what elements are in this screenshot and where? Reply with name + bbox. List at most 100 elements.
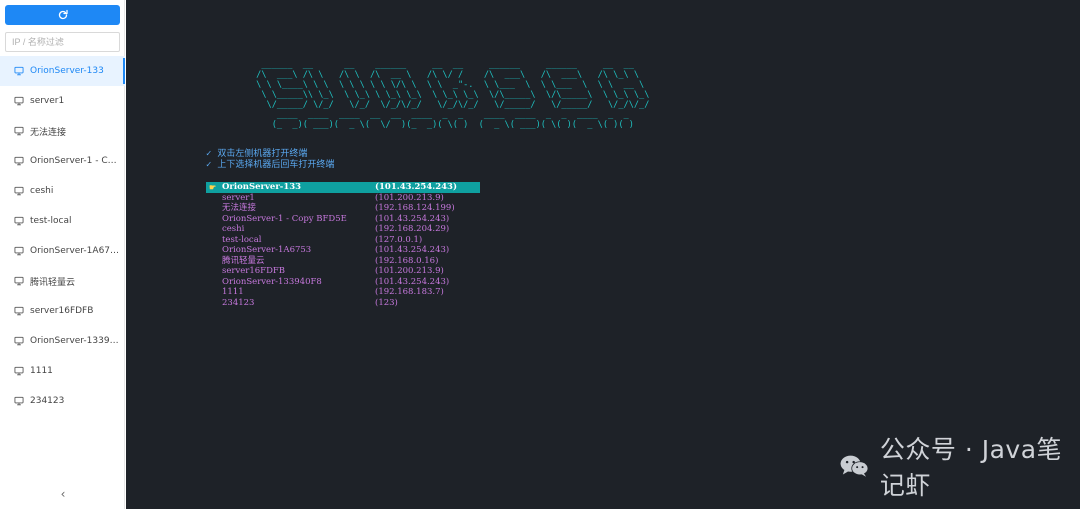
server-name: 234123	[222, 297, 255, 308]
terminal-server-row[interactable]: OrionServer-1 - Copy BFD5E (101.43.254.24…	[206, 214, 480, 225]
host-sidebar: OrionServer-133 server1 无法连接 OrionServer-1 …	[0, 0, 125, 509]
terminal-server-row[interactable]: test-local (127.0.0.1)	[206, 235, 480, 246]
host-label: OrionServer-133940...	[30, 336, 120, 346]
host-label: 腾讯轻量云	[30, 277, 76, 288]
host-item[interactable]: OrionServer-1 - Cop...	[0, 146, 125, 176]
server-ip: (101.43.254.243)	[375, 213, 450, 224]
host-item[interactable]: server1	[0, 86, 125, 116]
terminal-server-row[interactable]: 腾讯轻量云 (192.168.0.16)	[206, 256, 480, 267]
host-item[interactable]: ceshi	[0, 176, 125, 206]
server-ip: (101.43.254.243)	[375, 276, 450, 287]
host-item[interactable]: 无法连接	[0, 116, 125, 146]
tip-line: ✓ 双击左侧机器打开终端	[206, 149, 334, 160]
server-name: 腾讯轻量云	[222, 255, 265, 266]
monitor-icon	[14, 366, 24, 376]
host-filter-input[interactable]	[5, 32, 120, 52]
host-label: OrionServer-1 - Cop...	[30, 156, 120, 166]
pointer-hand-icon: ☛	[209, 182, 217, 192]
terminal-server-row[interactable]: 234123 (123)	[206, 298, 480, 309]
server-name: 1111	[222, 287, 244, 297]
server-ip: (101.43.254.243)	[375, 245, 450, 255]
monitor-icon	[14, 246, 24, 256]
server-ip: (192.168.0.16)	[375, 255, 439, 266]
terminal-server-row[interactable]: 无法连接 (192.168.124.199)	[206, 203, 480, 214]
server-name: OrionServer-133940F8	[222, 276, 322, 287]
check-icon: ✓	[206, 149, 212, 159]
banner-line: (_ _)( ___)( _ \( \/ )(_ _)( \( ) ( _ \(…	[251, 120, 655, 130]
server-name: 无法连接	[222, 203, 257, 213]
host-item[interactable]: OrionServer-133	[0, 56, 125, 86]
terminal-server-row[interactable]: server1 (101.200.213.9)	[206, 193, 480, 204]
host-item[interactable]: OrionServer-1A6753	[0, 236, 125, 266]
server-ip: (192.168.124.199)	[375, 203, 455, 213]
server-ip: (192.168.204.29)	[375, 224, 450, 234]
server-ip: (127.0.0.1)	[375, 234, 423, 245]
server-ip: (192.168.183.7)	[375, 287, 444, 297]
monitor-icon	[14, 66, 24, 76]
banner-line: \ \ \____\ \ \ \ \ \ \ \ \/\ \ \ \ _"-. …	[251, 80, 655, 90]
host-label: 234123	[30, 396, 65, 406]
terminal-server-row[interactable]: ☛ OrionServer-133 (101.43.254.243)	[206, 182, 480, 193]
tip-line: ✓ 上下选择机器后回车打开终端	[206, 160, 334, 171]
banner-line: /\ ___\ /\ \ /\ \ /\ __ \ /\ \/ / /\ ___…	[251, 70, 655, 80]
terminal-server-row[interactable]: OrionServer-133940F8 (101.43.254.243)	[206, 277, 480, 288]
host-item[interactable]: OrionServer-133940...	[0, 326, 125, 356]
banner-line: ____ ____ ____ __ __ ____ _ _ ____ ____ …	[251, 110, 655, 120]
server-ip: (101.200.213.9)	[375, 266, 444, 276]
host-label: OrionServer-1A6753	[30, 246, 120, 256]
host-label: 无法连接	[30, 127, 67, 138]
collapse-sidebar-button[interactable]: ‹	[55, 486, 71, 502]
banner-line: ______ __ __ ______ __ __ ______ ______ …	[251, 60, 655, 70]
terminal-server-row[interactable]: 1111 (192.168.183.7)	[206, 287, 480, 298]
host-label: OrionServer-133	[30, 66, 104, 76]
host-label: test-local	[30, 216, 72, 226]
monitor-icon	[14, 396, 24, 406]
monitor-icon	[14, 276, 24, 286]
server-ip: (123)	[375, 297, 398, 308]
server-name: ceshi	[222, 224, 245, 234]
watermark-text: 公众号 · Java笔记虾	[879, 435, 1063, 500]
host-label: server1	[30, 96, 65, 106]
server-name: server1	[222, 192, 255, 203]
server-name: OrionServer-1 - Copy BFD5E	[222, 213, 347, 224]
monitor-icon	[14, 306, 24, 316]
terminal-tips: ✓ 双击左侧机器打开终端 ✓ 上下选择机器后回车打开终端	[206, 149, 334, 171]
ascii-banner: ______ __ __ ______ __ __ ______ ______ …	[251, 60, 655, 130]
host-label: ceshi	[30, 186, 54, 196]
host-item[interactable]: 腾讯轻量云	[0, 266, 125, 296]
server-name: server16FDFB	[222, 266, 286, 276]
terminal-server-row[interactable]: server16FDFB (101.200.213.9)	[206, 266, 480, 277]
chevron-left-icon: ‹	[60, 487, 66, 501]
host-list: OrionServer-133 server1 无法连接 OrionServer-1 …	[0, 56, 125, 416]
monitor-icon	[14, 186, 24, 196]
host-item[interactable]: test-local	[0, 206, 125, 236]
refresh-button[interactable]	[5, 5, 120, 25]
host-item[interactable]: 234123	[0, 386, 125, 416]
banner-line: \ \_____\\ \_\ \ \_\ \ \_\ \_\ \ \_\ \_\…	[251, 90, 655, 100]
check-icon: ✓	[206, 160, 212, 170]
server-ip: (101.200.213.9)	[375, 192, 444, 203]
monitor-icon	[14, 156, 24, 166]
terminal-server-row[interactable]: OrionServer-1A6753 (101.43.254.243)	[206, 245, 480, 256]
monitor-icon	[14, 336, 24, 346]
monitor-icon	[14, 126, 24, 136]
server-name: OrionServer-133	[222, 182, 302, 192]
host-label: server16FDFB	[30, 306, 94, 316]
tip-text: 上下选择机器后回车打开终端	[217, 160, 335, 170]
host-item[interactable]: 1111	[0, 356, 125, 386]
server-ip: (101.43.254.243)	[375, 182, 457, 192]
monitor-icon	[14, 216, 24, 226]
banner-line: \/_____/ \/_/ \/_/ \/_/\/_/ \/_/\/_/ \/_…	[251, 100, 655, 110]
wechat-icon	[840, 455, 869, 477]
refresh-icon	[58, 9, 68, 20]
tip-text: 双击左侧机器打开终端	[217, 149, 308, 159]
server-name: test-local	[222, 234, 262, 245]
terminal-server-list: ☛ OrionServer-133 (101.43.254.243) server1 (…	[206, 182, 480, 308]
server-name: OrionServer-1A6753	[222, 245, 312, 255]
terminal-panel[interactable]: ______ __ __ ______ __ __ ______ ______ …	[126, 0, 1080, 509]
host-label: 1111	[30, 366, 53, 376]
watermark: 公众号 · Java笔记虾	[839, 435, 1080, 500]
monitor-icon	[14, 96, 24, 106]
terminal-server-row[interactable]: ceshi (192.168.204.29)	[206, 224, 480, 235]
host-item[interactable]: server16FDFB	[0, 296, 125, 326]
